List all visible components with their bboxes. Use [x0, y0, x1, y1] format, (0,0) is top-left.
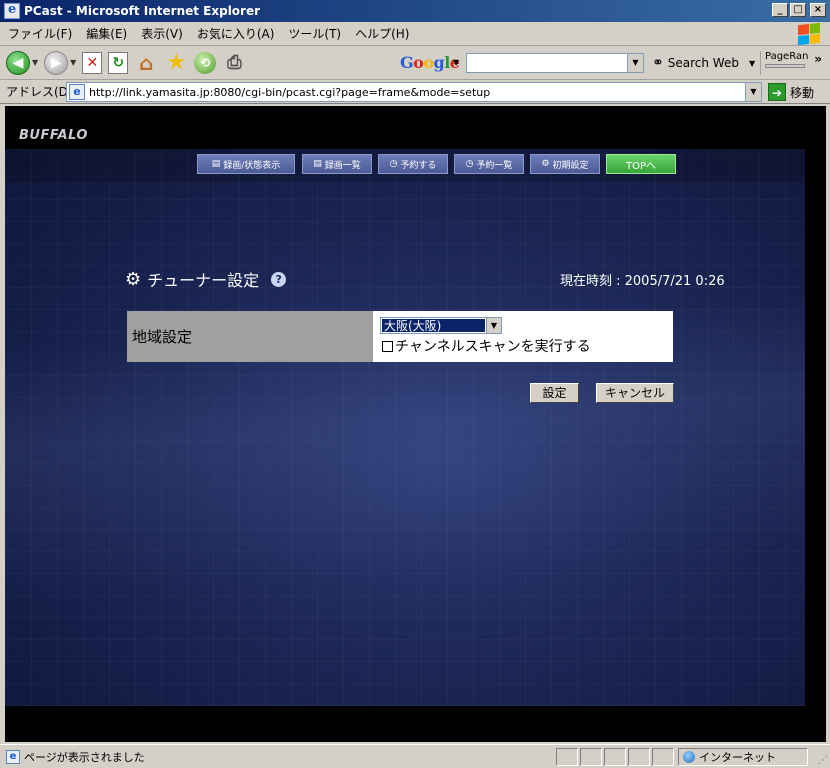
status-text: ページが表示されました: [24, 750, 145, 764]
app-stage: ▤ 録画/状態表示 ▤ 録画一覧 ◷ 予約する ◷ 予約一覧 ⚙ 初期設定 TO…: [5, 149, 805, 706]
nav-label: TOPへ: [625, 160, 656, 172]
back-dropdown-icon[interactable]: ▼: [32, 58, 38, 67]
status-bar: e ページが表示されました インターネット ⋰: [0, 744, 830, 768]
status-pane: [580, 748, 602, 766]
pagerank-indicator[interactable]: PageRan: [760, 51, 808, 75]
channel-scan-option[interactable]: チャンネルスキャンを実行する: [382, 336, 591, 356]
help-icon[interactable]: ?: [271, 271, 287, 287]
gear-icon: ⚙: [541, 159, 550, 169]
chevron-down-icon[interactable]: ▼: [627, 54, 643, 72]
nav-recording-status[interactable]: ▤ 録画/状態表示: [197, 154, 295, 174]
list-icon: ▤: [211, 159, 221, 169]
go-arrow-icon: ➔: [768, 83, 786, 101]
search-web-label: Search Web: [667, 56, 739, 70]
status-panes: [556, 748, 674, 766]
region-select[interactable]: 大阪(大阪) ▼: [380, 317, 502, 334]
nav-label: 予約する: [400, 160, 437, 171]
region-setting-value: 大阪(大阪) ▼ チャンネルスキャンを実行する: [373, 311, 673, 362]
nav-top[interactable]: TOPへ: [606, 154, 676, 174]
window-controls: _ □ ×: [772, 3, 826, 17]
buffalo-logo: BUFFALO: [19, 128, 88, 143]
back-icon[interactable]: ◀: [6, 50, 30, 75]
globe-icon: [683, 751, 695, 763]
gears-icon: ⚙: [125, 268, 142, 290]
google-search-input[interactable]: ▼: [466, 53, 644, 73]
history-icon[interactable]: ⟲: [194, 51, 217, 74]
nav-initial-settings[interactable]: ⚙ 初期設定: [530, 154, 600, 174]
address-input[interactable]: e http://link.yamasita.jp:8080/cgi-bin/p…: [66, 82, 762, 102]
home-icon[interactable]: ⌂: [134, 51, 158, 75]
channel-scan-label[interactable]: チャンネルスキャンを実行する: [395, 336, 591, 356]
toolbar-overflow-icon[interactable]: »: [814, 52, 822, 66]
title-bar: PCast - Microsoft Internet Explorer _ □ …: [0, 0, 830, 22]
menu-file[interactable]: ファイル(F): [8, 25, 72, 42]
menu-view[interactable]: 表示(V): [141, 25, 183, 42]
address-bar: アドレス(D) e http://link.yamasita.jp:8080/c…: [0, 80, 830, 104]
window-title: PCast - Microsoft Internet Explorer: [24, 4, 261, 18]
zone-label: インターネット: [699, 751, 776, 764]
nav-label: 初期設定: [552, 160, 589, 171]
search-web-dropdown-icon[interactable]: ▼: [749, 59, 755, 68]
print-icon[interactable]: ⎙: [222, 51, 246, 75]
page-title-text: チューナー設定: [147, 271, 260, 290]
refresh-icon[interactable]: ↻: [108, 51, 129, 74]
region-selected-value: 大阪(大阪): [382, 319, 485, 333]
page-icon: e: [69, 84, 85, 100]
nav-reserve[interactable]: ◷ 予約する: [378, 154, 448, 174]
current-time: 現在時刻 : 2005/7/21 0:26: [560, 274, 725, 289]
go-label: 移動: [790, 85, 815, 100]
status-pane: [628, 748, 650, 766]
toolbar: ◀ ▼ ▶ ▼ ✕ ↻ ⌂ ★ ⟲ ⎙ Google ▼ ▼ ⚭ Search …: [0, 46, 830, 80]
menu-tools[interactable]: ツール(T): [288, 25, 341, 42]
nav-label: 録画一覧: [324, 160, 361, 171]
page-title: ⚙ チューナー設定 ?: [125, 267, 287, 291]
binoculars-icon: ⚭: [652, 55, 664, 71]
status-pane: [652, 748, 674, 766]
ie-icon: [4, 2, 20, 19]
stop-icon[interactable]: ✕: [82, 51, 103, 74]
region-setting-row: 地域設定 大阪(大阪) ▼ チャンネルスキャンを実行する: [127, 311, 673, 362]
clock-document-icon: ◷: [465, 159, 474, 169]
close-button[interactable]: ×: [810, 3, 826, 17]
favorites-star-icon[interactable]: ★: [164, 50, 188, 75]
address-url[interactable]: http://link.yamasita.jp:8080/cgi-bin/pca…: [89, 86, 490, 99]
address-label: アドレス(D): [6, 85, 73, 99]
pagerank-bar: [765, 64, 805, 68]
apply-button[interactable]: 設定: [530, 383, 579, 403]
status-pane: [604, 748, 626, 766]
security-zone[interactable]: インターネット: [678, 748, 808, 766]
minimize-button[interactable]: _: [772, 3, 788, 17]
maximize-button[interactable]: □: [790, 3, 806, 17]
menu-bar: ファイル(F) 編集(E) 表示(V) お気に入り(A) ツール(T) ヘルプ(…: [0, 22, 830, 46]
page-done-icon: e: [6, 749, 20, 764]
address-dropdown-icon[interactable]: ▼: [745, 83, 761, 101]
google-dropdown-icon[interactable]: ▼: [453, 58, 459, 67]
window-edge: [826, 106, 830, 742]
forward-dropdown-icon[interactable]: ▼: [70, 58, 76, 67]
nav-recording-list[interactable]: ▤ 録画一覧: [302, 154, 372, 174]
search-web-button[interactable]: ⚭ Search Web ▼: [652, 55, 755, 71]
region-setting-label: 地域設定: [127, 311, 373, 362]
chevron-down-icon[interactable]: ▼: [486, 318, 501, 333]
google-logo[interactable]: Google: [400, 53, 460, 72]
menu-help[interactable]: ヘルプ(H): [355, 25, 409, 42]
status-pane: [556, 748, 578, 766]
menu-favorites[interactable]: お気に入り(A): [197, 25, 275, 42]
clock-icon: ◷: [389, 159, 398, 169]
nav-label: 予約一覧: [476, 160, 513, 171]
channel-scan-checkbox[interactable]: [382, 340, 393, 352]
nav-reservation-list[interactable]: ◷ 予約一覧: [454, 154, 524, 174]
document-icon: ▤: [313, 159, 322, 169]
page-viewport: BUFFALO ▤ 録画/状態表示 ▤ 録画一覧 ◷ 予約する ◷ 予約一覧 ⚙…: [5, 106, 826, 742]
windows-logo-icon: [798, 22, 820, 46]
nav-label: 録画/状態表示: [223, 160, 281, 171]
resize-grip-icon[interactable]: ⋰: [818, 755, 828, 766]
forward-icon[interactable]: ▶: [44, 50, 69, 75]
menu-edit[interactable]: 編集(E): [86, 25, 127, 42]
pagerank-label: PageRan: [765, 51, 809, 62]
go-button[interactable]: ➔ 移動: [768, 83, 814, 101]
cancel-button[interactable]: キャンセル: [596, 383, 674, 403]
